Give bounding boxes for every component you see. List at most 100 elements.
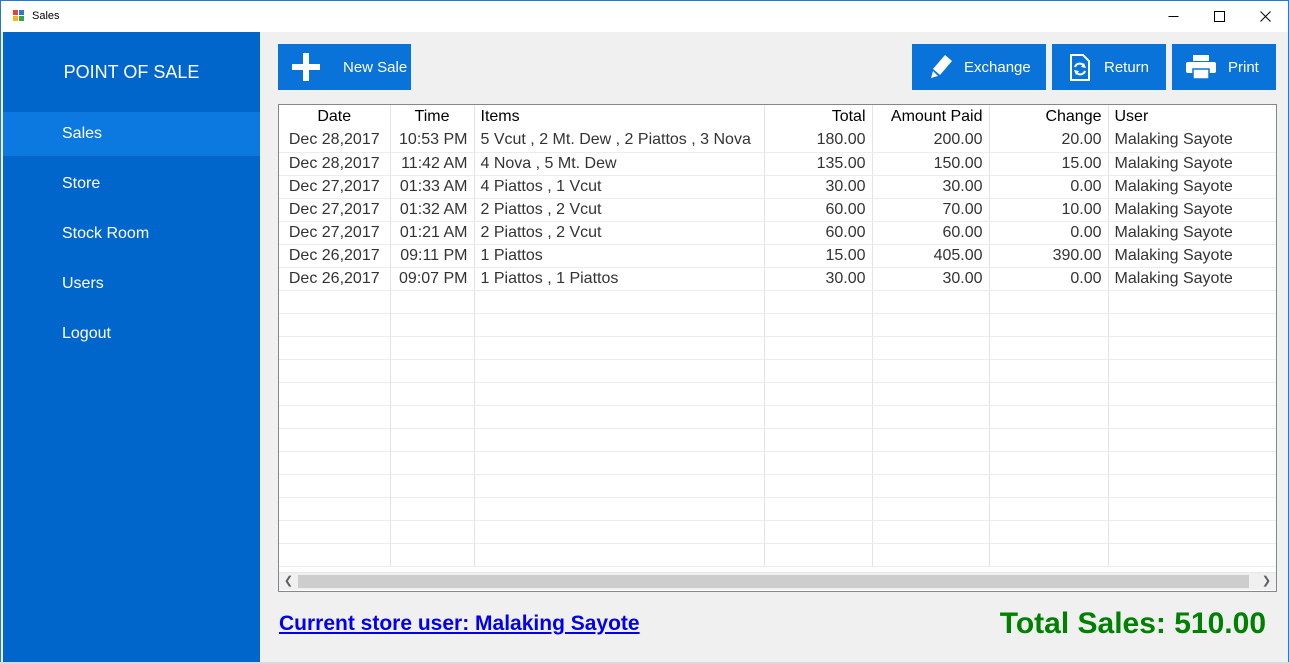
sales-window: Sales POINT OF SALE Sales Store Stock Ro… bbox=[0, 0, 1289, 664]
print-label: Print bbox=[1228, 58, 1259, 76]
scroll-left-icon[interactable]: ❮ bbox=[280, 573, 297, 590]
cell-total: 60.00 bbox=[764, 221, 873, 245]
pencil-icon bbox=[931, 55, 952, 78]
return-button[interactable]: Return bbox=[1052, 44, 1166, 90]
cell-total: 135.00 bbox=[764, 152, 873, 176]
exchange-label: Exchange bbox=[964, 58, 1031, 76]
cell-total: 180.00 bbox=[764, 129, 873, 153]
table-row[interactable]: Dec 26,2017 09:11 PM 1 Piattos 15.00 405… bbox=[279, 244, 1276, 268]
column-header-user[interactable]: User bbox=[1108, 105, 1276, 129]
cell-user: Malaking Sayote bbox=[1108, 152, 1276, 176]
close-button[interactable] bbox=[1242, 1, 1288, 32]
print-button[interactable]: Print bbox=[1172, 44, 1276, 90]
cell-date: Dec 27,2017 bbox=[279, 198, 391, 222]
cell-total: 15.00 bbox=[764, 244, 873, 268]
table-row[interactable]: Dec 27,2017 01:33 AM 4 Piattos , 1 Vcut … bbox=[279, 175, 1276, 199]
scroll-right-icon[interactable]: ❯ bbox=[1258, 573, 1275, 590]
cell-change: 0.00 bbox=[989, 175, 1109, 199]
table-row[interactable]: Dec 26,2017 09:07 PM 1 Piattos , 1 Piatt… bbox=[279, 267, 1276, 291]
cell-items: 4 Piattos , 1 Vcut bbox=[474, 175, 765, 199]
scrollbar-thumb[interactable] bbox=[298, 575, 1249, 588]
cell-amount-paid: 150.00 bbox=[872, 152, 990, 176]
cell-amount-paid: 60.00 bbox=[872, 221, 990, 245]
sidebar-item-users[interactable]: Users bbox=[3, 262, 260, 306]
empty-row bbox=[279, 520, 1276, 544]
cell-change: 390.00 bbox=[989, 244, 1109, 268]
cell-date: Dec 27,2017 bbox=[279, 221, 391, 245]
cell-items: 2 Piattos , 2 Vcut bbox=[474, 198, 765, 222]
cell-amount-paid: 30.00 bbox=[872, 175, 990, 199]
cell-date: Dec 27,2017 bbox=[279, 175, 391, 199]
sidebar-item-stock-room[interactable]: Stock Room bbox=[3, 212, 260, 256]
cell-total: 30.00 bbox=[764, 267, 873, 291]
column-header-time[interactable]: Time bbox=[390, 105, 475, 129]
column-header-items[interactable]: Items bbox=[474, 105, 765, 129]
table-row[interactable]: Dec 27,2017 01:21 AM 2 Piattos , 2 Vcut … bbox=[279, 221, 1276, 245]
table-row[interactable]: Dec 27,2017 01:32 AM 2 Piattos , 2 Vcut … bbox=[279, 198, 1276, 222]
cell-user: Malaking Sayote bbox=[1108, 267, 1276, 291]
empty-row bbox=[279, 290, 1276, 314]
cell-date: Dec 26,2017 bbox=[279, 267, 391, 291]
cell-change: 10.00 bbox=[989, 198, 1109, 222]
new-sale-button[interactable]: New Sale bbox=[278, 44, 411, 90]
sidebar-item-store[interactable]: Store bbox=[3, 162, 260, 206]
cell-user: Malaking Sayote bbox=[1108, 129, 1276, 153]
empty-row bbox=[279, 359, 1276, 383]
cell-change: 0.00 bbox=[989, 267, 1109, 291]
cell-user: Malaking Sayote bbox=[1108, 244, 1276, 268]
cell-date: Dec 28,2017 bbox=[279, 152, 391, 176]
cell-date: Dec 28,2017 bbox=[279, 129, 391, 153]
cell-amount-paid: 405.00 bbox=[872, 244, 990, 268]
horizontal-scrollbar[interactable]: ❮ ❯ bbox=[279, 572, 1276, 590]
column-header-total[interactable]: Total bbox=[764, 105, 873, 129]
sidebar-item-logout[interactable]: Logout bbox=[3, 312, 260, 356]
total-sales: Total Sales: 510.00 bbox=[999, 607, 1266, 640]
brand-title: POINT OF SALE bbox=[63, 62, 200, 82]
maximize-icon bbox=[1213, 11, 1225, 22]
cell-total: 30.00 bbox=[764, 175, 873, 199]
document-refresh-icon bbox=[1070, 54, 1090, 81]
empty-row bbox=[279, 428, 1276, 452]
sidebar-item-sales[interactable]: Sales bbox=[3, 112, 260, 156]
cell-amount-paid: 70.00 bbox=[872, 198, 990, 222]
cell-user: Malaking Sayote bbox=[1108, 198, 1276, 222]
cell-time: 10:53 PM bbox=[390, 129, 475, 153]
cell-user: Malaking Sayote bbox=[1108, 175, 1276, 199]
column-header-date[interactable]: Date bbox=[279, 105, 391, 129]
minimize-button[interactable] bbox=[1150, 1, 1196, 32]
window-title: Sales bbox=[32, 10, 60, 22]
exchange-button[interactable]: Exchange bbox=[912, 44, 1046, 90]
close-icon bbox=[1259, 11, 1271, 22]
current-user-link[interactable]: Current store user: Malaking Sayote bbox=[279, 612, 640, 636]
cell-time: 09:07 PM bbox=[390, 267, 475, 291]
title-bar: Sales bbox=[1, 1, 1288, 32]
empty-row bbox=[279, 336, 1276, 360]
printer-icon bbox=[1186, 55, 1216, 79]
cell-items: 1 Piattos bbox=[474, 244, 765, 268]
cell-items: 2 Piattos , 2 Vcut bbox=[474, 221, 765, 245]
cell-time: 01:32 AM bbox=[390, 198, 475, 222]
cell-items: 4 Nova , 5 Mt. Dew bbox=[474, 152, 765, 176]
column-header-amount-paid[interactable]: Amount Paid bbox=[872, 105, 990, 129]
cell-change: 15.00 bbox=[989, 152, 1109, 176]
empty-row bbox=[279, 451, 1276, 475]
maximize-button[interactable] bbox=[1196, 1, 1242, 32]
empty-row bbox=[279, 497, 1276, 521]
minimize-icon bbox=[1168, 16, 1178, 17]
new-sale-label: New Sale bbox=[343, 58, 408, 76]
plus-icon bbox=[292, 53, 320, 81]
return-label: Return bbox=[1104, 58, 1150, 76]
table-row[interactable]: Dec 28,2017 11:42 AM 4 Nova , 5 Mt. Dew … bbox=[279, 152, 1276, 176]
table-row[interactable]: Dec 28,2017 10:53 PM 5 Vcut , 2 Mt. Dew … bbox=[279, 129, 1276, 153]
sidebar: POINT OF SALE Sales Store Stock Room Use… bbox=[3, 32, 260, 663]
cell-date: Dec 26,2017 bbox=[279, 244, 391, 268]
cell-amount-paid: 30.00 bbox=[872, 267, 990, 291]
cell-time: 01:33 AM bbox=[390, 175, 475, 199]
cell-time: 09:11 PM bbox=[390, 244, 475, 268]
column-header-change[interactable]: Change bbox=[989, 105, 1109, 129]
empty-row bbox=[279, 313, 1276, 337]
empty-row bbox=[279, 474, 1276, 498]
sales-table[interactable]: Date Time Items Total Amount Paid Change… bbox=[278, 104, 1277, 592]
cell-total: 60.00 bbox=[764, 198, 873, 222]
cell-change: 20.00 bbox=[989, 129, 1109, 153]
